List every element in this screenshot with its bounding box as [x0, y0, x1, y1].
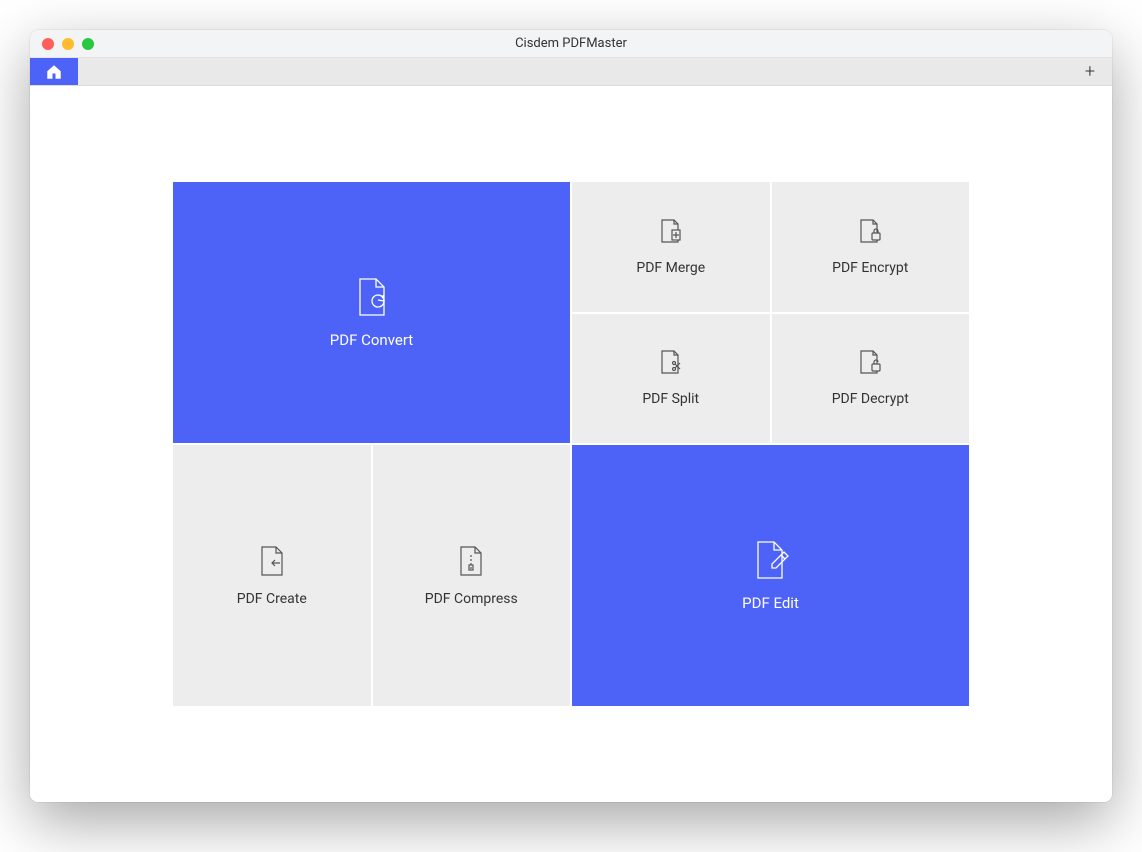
tile-pdf-convert[interactable]: PDF Convert	[173, 182, 570, 443]
app-window: Cisdem PDFMaster +	[30, 30, 1112, 802]
tile-pdf-merge[interactable]: PDF Merge	[572, 182, 770, 312]
tile-label: PDF Compress	[425, 591, 518, 607]
plus-icon: +	[1085, 61, 1095, 82]
tile-label: PDF Encrypt	[832, 260, 908, 276]
titlebar: Cisdem PDFMaster	[30, 30, 1112, 58]
tile-label: PDF Decrypt	[832, 391, 909, 407]
new-tab-button[interactable]: +	[1076, 58, 1104, 85]
tile-pdf-create[interactable]: PDF Create	[173, 445, 371, 706]
tile-label: PDF Merge	[636, 260, 705, 276]
home-icon	[45, 63, 63, 81]
split-icon	[659, 349, 683, 377]
tile-label: PDF Split	[642, 391, 699, 407]
home-tab[interactable]	[30, 58, 78, 85]
minimize-window-button[interactable]	[62, 38, 74, 50]
decrypt-icon	[858, 349, 882, 377]
close-window-button[interactable]	[42, 38, 54, 50]
compress-icon	[457, 545, 485, 577]
tile-pdf-compress[interactable]: PDF Compress	[373, 445, 571, 706]
tool-grid: PDF Convert PDF Merge	[173, 182, 969, 706]
encrypt-icon	[858, 218, 882, 246]
maximize-window-button[interactable]	[82, 38, 94, 50]
convert-icon	[354, 277, 390, 317]
tile-pdf-decrypt[interactable]: PDF Decrypt	[772, 314, 970, 444]
content-area: PDF Convert PDF Merge	[30, 86, 1112, 802]
window-title: Cisdem PDFMaster	[30, 36, 1112, 51]
edit-icon	[752, 540, 790, 580]
tab-bar: +	[30, 58, 1112, 86]
create-icon	[258, 545, 286, 577]
tile-pdf-split[interactable]: PDF Split	[572, 314, 770, 444]
tile-label: PDF Convert	[330, 331, 413, 349]
tile-pdf-encrypt[interactable]: PDF Encrypt	[772, 182, 970, 312]
traffic-lights	[30, 38, 94, 50]
tile-pdf-edit[interactable]: PDF Edit	[572, 445, 969, 706]
tile-label: PDF Edit	[742, 594, 799, 612]
tile-label: PDF Create	[237, 591, 307, 607]
merge-icon	[659, 218, 683, 246]
